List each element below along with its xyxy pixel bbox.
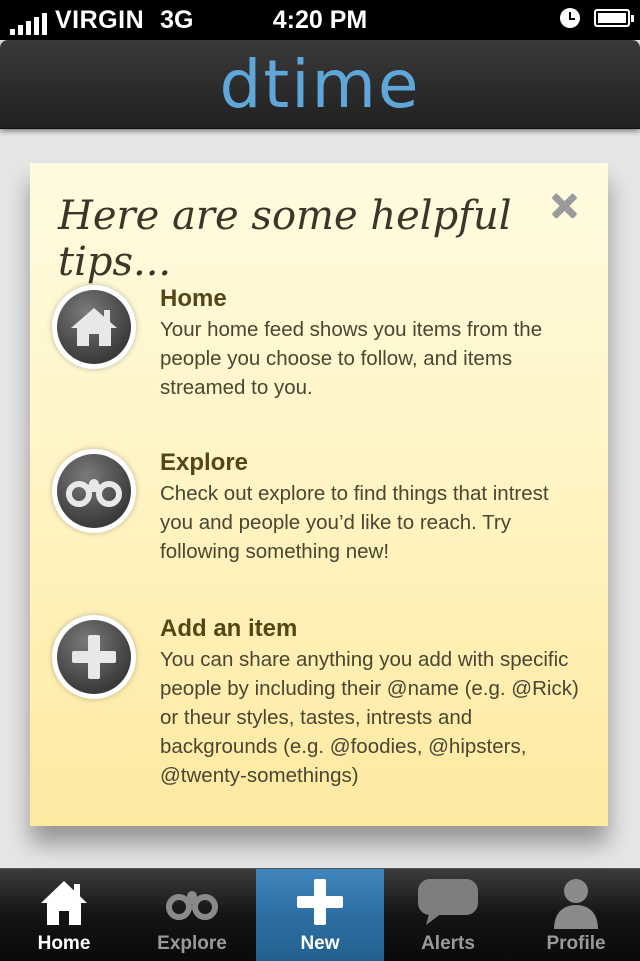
tip-body: You can share anything you add with spec…	[160, 648, 579, 787]
tab-label: Profile	[546, 933, 606, 954]
tip-body: Check out explore to find things that in…	[160, 482, 549, 563]
tips-title: Here are some helpful tips...	[58, 193, 512, 285]
close-icon[interactable]	[549, 191, 579, 221]
tab-explore[interactable]: Explore	[128, 869, 256, 961]
person-icon	[554, 879, 598, 929]
tip-explore: Explore Check out explore to find things…	[52, 449, 592, 569]
tab-label: Alerts	[421, 933, 475, 954]
tab-home[interactable]: Home	[0, 869, 128, 961]
tips-card: Here are some helpful tips... Home Your …	[30, 163, 608, 826]
app-logo: dtime	[219, 46, 421, 123]
battery-icon	[594, 9, 634, 27]
status-right	[560, 8, 634, 28]
alarm-clock-icon	[560, 8, 580, 28]
tip-heading: Add an item	[160, 615, 298, 642]
plus-icon	[52, 615, 136, 699]
home-icon	[41, 881, 87, 925]
navigation-bar: dtime	[0, 40, 640, 129]
binoculars-icon	[52, 449, 136, 533]
tip-home: Home Your home feed shows you items from…	[52, 285, 592, 405]
speech-bubble-icon	[418, 879, 478, 925]
home-icon	[52, 285, 136, 369]
tab-label: Explore	[157, 933, 227, 954]
tip-heading: Home	[160, 285, 227, 312]
status-bar: VIRGIN 3G 4:20 PM	[0, 0, 640, 40]
tab-label: Home	[37, 933, 91, 954]
tip-heading: Explore	[160, 449, 249, 476]
status-time: 4:20 PM	[272, 6, 368, 34]
binoculars-icon	[166, 891, 218, 920]
tab-new[interactable]: New	[256, 869, 384, 961]
tab-bar: Home Explore New Alerts Profile	[0, 868, 640, 961]
tab-alerts[interactable]: Alerts	[384, 869, 512, 961]
tab-label: New	[300, 933, 340, 954]
tab-profile[interactable]: Profile	[512, 869, 640, 961]
tip-add-item: Add an item You can share anything you a…	[52, 615, 592, 795]
tip-body: Your home feed shows you items from the …	[160, 318, 543, 399]
plus-icon	[297, 879, 343, 925]
